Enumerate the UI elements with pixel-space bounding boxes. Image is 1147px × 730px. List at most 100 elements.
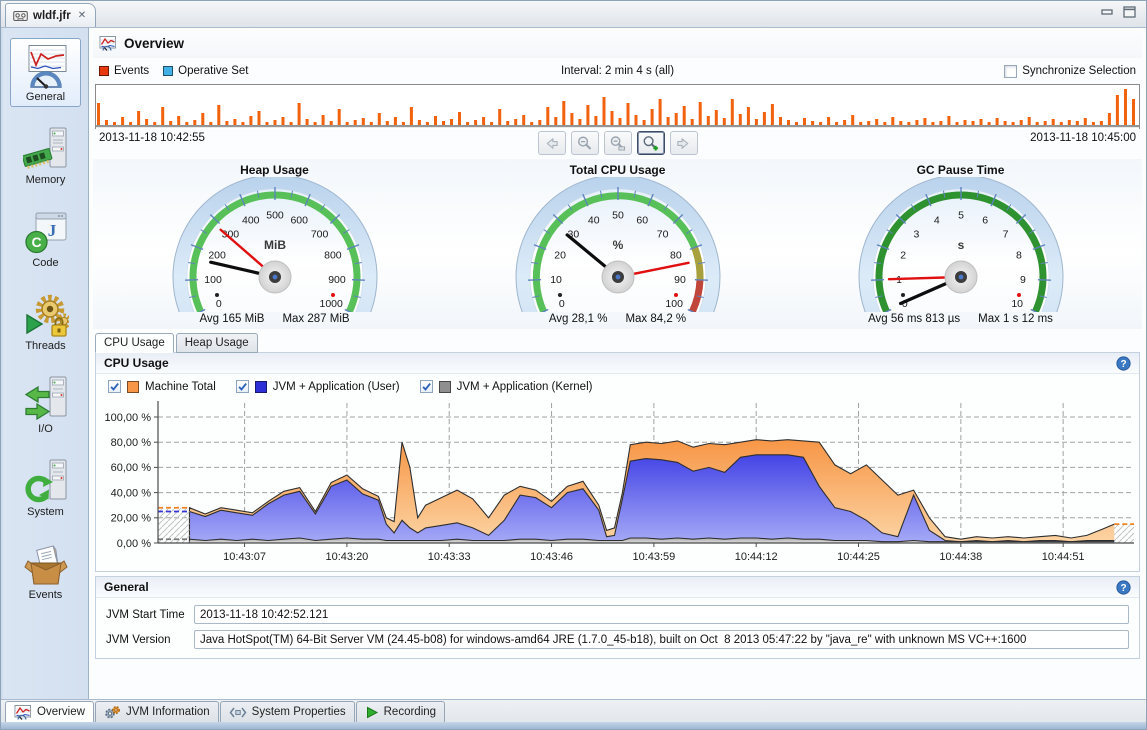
series-toggle-jvm-application-user[interactable]: JVM + Application (User) <box>236 380 400 393</box>
zoom-out-button[interactable] <box>571 131 599 155</box>
jvm-version-row: JVM Version <box>106 630 1129 649</box>
svg-text:40,00 %: 40,00 % <box>111 487 152 499</box>
zoom-in-icon <box>642 135 659 152</box>
zoom-out-icon <box>576 135 593 152</box>
zoom-fit-button[interactable] <box>604 131 632 155</box>
legend-swatch <box>163 66 173 76</box>
editor-tab-label: wldf.jfr <box>33 10 71 22</box>
interval-label: Interval: 2 min 4 s (all) <box>93 65 1142 77</box>
svg-text:10:44:51: 10:44:51 <box>1042 551 1085 563</box>
sidebar-item-threads[interactable]: Threads <box>10 287 81 356</box>
series-checkbox[interactable] <box>108 380 121 393</box>
tab-close-icon[interactable]: ✕ <box>78 10 86 21</box>
gauge-total-cpu-usage: Total CPU Usage 0102030405060708090100%A… <box>448 161 788 325</box>
sidebar-item-general[interactable]: General <box>10 38 81 107</box>
bottom-tab-jvm-information[interactable]: JVM Information <box>95 701 219 722</box>
svg-text:8: 8 <box>1015 249 1021 261</box>
svg-text:J: J <box>47 221 56 240</box>
tab-cpu-usage[interactable]: CPU Usage <box>95 333 174 353</box>
jvm-version-field[interactable] <box>194 630 1129 649</box>
svg-text:10:43:07: 10:43:07 <box>223 551 266 563</box>
memory-icon <box>23 126 69 172</box>
synchronize-selection-label: Synchronize Selection <box>1022 65 1136 77</box>
gauge-gc-pause-time: GC Pause Time 012345678910sAvg 56 ms 813… <box>791 161 1131 325</box>
svg-text:9: 9 <box>1020 274 1026 286</box>
gauges-row: Heap Usage 01002003004005006007008009001… <box>93 159 1142 329</box>
bottom-tab-label: Overview <box>37 706 85 718</box>
svg-text:50: 50 <box>612 210 624 222</box>
general-section: General ? JVM Start Time JVM Version <box>95 576 1140 659</box>
page-header: Overview <box>93 28 1142 58</box>
event-timeline[interactable] <box>95 84 1140 129</box>
sidebar: General Memory JCCode Threads I/O System Event… <box>3 28 89 699</box>
bottom-tab-label: Recording <box>384 706 436 718</box>
gauge-avg-value: Avg 165 MiB <box>199 313 264 325</box>
arrow-left-icon <box>543 135 560 152</box>
svg-text:3: 3 <box>913 229 919 241</box>
sidebar-item-memory[interactable]: Memory <box>10 121 81 190</box>
jvm-start-time-field[interactable] <box>194 605 1129 624</box>
gauge-title: GC Pause Time <box>917 163 1005 177</box>
series-checkbox[interactable] <box>420 380 433 393</box>
bottom-tab-recording[interactable]: Recording <box>356 701 445 722</box>
svg-text:800: 800 <box>324 249 342 261</box>
recording-icon <box>365 706 379 719</box>
gauge-caption: Avg 56 ms 813 µsMax 1 s 12 ms <box>868 313 1053 325</box>
svg-text:900: 900 <box>328 274 346 286</box>
arrow-left-button[interactable] <box>538 131 566 155</box>
svg-text:10: 10 <box>1011 298 1023 310</box>
svg-text:60,00 %: 60,00 % <box>111 462 152 474</box>
gauge-unit-label: MiB <box>264 238 286 252</box>
timeline-nav: 2013-11-18 10:42:55 2013-11-18 10:45:00 <box>93 129 1142 159</box>
svg-text:600: 600 <box>290 215 308 227</box>
bottom-tab-overview[interactable]: Overview <box>5 701 94 722</box>
sidebar-item-system[interactable]: System <box>10 453 81 522</box>
gauge-title: Total CPU Usage <box>570 163 666 177</box>
svg-text:60: 60 <box>636 215 648 227</box>
svg-text:6: 6 <box>982 215 988 227</box>
svg-text:0,00 %: 0,00 % <box>117 538 151 550</box>
sidebar-item-label: Threads <box>25 340 65 352</box>
series-toggle-jvm-application-kernel[interactable]: JVM + Application (Kernel) <box>420 380 593 393</box>
synchronize-selection-checkbox[interactable] <box>1004 65 1017 78</box>
zoom-in-button[interactable] <box>637 131 665 155</box>
sidebar-item-code[interactable]: JCCode <box>10 204 81 273</box>
jvm-start-time-label: JVM Start Time <box>106 609 194 621</box>
range-selector-header: EventsOperative Set Interval: 2 min 4 s … <box>93 58 1142 84</box>
gauge-unit-label: % <box>612 238 623 252</box>
tab-heap-usage[interactable]: Heap Usage <box>176 333 258 353</box>
series-label: JVM + Application (User) <box>273 381 400 393</box>
gears-icon <box>104 705 121 720</box>
event-timeline-bars <box>96 85 1139 128</box>
arrow-right-button[interactable] <box>670 131 698 155</box>
jvm-version-label: JVM Version <box>106 634 194 646</box>
legend-label: Operative Set <box>178 65 248 77</box>
properties-icon <box>229 706 247 719</box>
series-toggle-machine-total[interactable]: Machine Total <box>108 380 216 393</box>
help-icon[interactable]: ? <box>1116 580 1131 595</box>
arrow-right-icon <box>675 135 692 152</box>
zoom-fit-icon <box>609 135 626 152</box>
sidebar-item-events[interactable]: Events <box>10 536 81 605</box>
cpu-usage-chart[interactable]: 0,00 %20,00 %40,00 %60,00 %80,00 %100,00… <box>96 395 1139 571</box>
gauge-dial: 012345678910s <box>836 177 1086 312</box>
bottom-tab-system-properties[interactable]: System Properties <box>220 701 355 722</box>
maximize-icon[interactable] <box>1123 6 1136 18</box>
svg-text:10:43:33: 10:43:33 <box>428 551 471 563</box>
svg-text:100: 100 <box>204 274 222 286</box>
series-checkbox[interactable] <box>236 380 249 393</box>
synchronize-selection[interactable]: Synchronize Selection <box>1004 65 1136 78</box>
series-label: JVM + Application (Kernel) <box>457 381 593 393</box>
editor-tab-wldf[interactable]: wldf.jfr ✕ <box>5 3 96 27</box>
svg-text:10:43:59: 10:43:59 <box>632 551 675 563</box>
help-icon[interactable]: ? <box>1116 356 1131 371</box>
gauge-dial: 01002003004005006007008009001000MiB <box>150 177 400 312</box>
page-title: Overview <box>124 36 184 51</box>
svg-text:40: 40 <box>587 215 599 227</box>
sidebar-item-io[interactable]: I/O <box>10 370 81 439</box>
svg-text:80,00 %: 80,00 % <box>111 437 152 449</box>
minimize-icon[interactable] <box>1101 7 1113 17</box>
svg-text:7: 7 <box>1002 229 1008 241</box>
series-color-swatch <box>255 381 267 393</box>
cpu-usage-section: CPU Usage ? Machine TotalJVM + Applicati… <box>95 352 1140 572</box>
